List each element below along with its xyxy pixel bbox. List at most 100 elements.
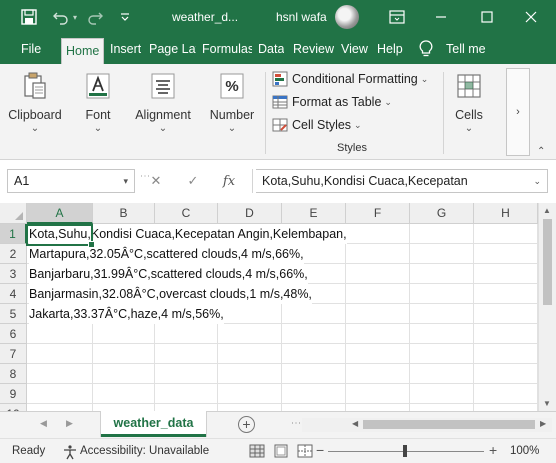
alignment-group[interactable]: Alignment ⌄ (130, 68, 196, 156)
grid-line (27, 343, 538, 344)
zoom-out-icon[interactable]: − (316, 442, 324, 458)
scroll-left-icon[interactable]: ◀ (352, 419, 358, 428)
vertical-scrollbar[interactable]: ▲ ▼ (538, 203, 556, 411)
cell-styles-button[interactable]: Cell Styles ⌄ (272, 115, 362, 135)
tab-help[interactable]: Help (377, 34, 403, 64)
alignment-label: Alignment (135, 108, 191, 122)
insert-function-icon[interactable]: fx (220, 172, 238, 190)
avatar[interactable] (335, 5, 359, 29)
name-box[interactable]: A1 ▾ (7, 169, 135, 193)
redo-icon[interactable] (86, 8, 104, 26)
accessibility-status[interactable]: Accessibility: Unavailable (80, 445, 209, 457)
active-cell-selection[interactable] (26, 224, 95, 248)
column-header-d[interactable]: D (218, 203, 282, 224)
number-group[interactable]: % Number ⌄ (204, 68, 260, 156)
next-sheet-icon[interactable]: ▶ (66, 418, 73, 429)
percent-icon: % (216, 70, 248, 102)
font-group[interactable]: Font ⌄ (70, 68, 126, 156)
conditional-formatting-button[interactable]: Conditional Formatting ⌄ (272, 69, 428, 89)
page-break-preview-icon[interactable] (296, 443, 314, 459)
spreadsheet-grid[interactable]: A B C D E F G H 1 2 3 4 5 6 7 8 9 10 Kot… (0, 203, 538, 411)
zoom-slider-thumb[interactable] (403, 445, 407, 457)
sheet-tab-weather-data[interactable]: weather_data (101, 411, 206, 437)
cell-a4[interactable]: Banjarmasin,32.08Â°C,overcast clouds,1 m… (29, 284, 312, 304)
column-header-g[interactable]: G (410, 203, 474, 224)
column-header-a[interactable]: A (27, 203, 93, 224)
scroll-right-icon[interactable]: ▶ (540, 419, 546, 428)
tab-home[interactable]: Home (61, 38, 105, 64)
horizontal-scroll-thumb[interactable] (363, 420, 535, 429)
tab-formulas[interactable]: Formulas (202, 34, 252, 64)
enter-icon[interactable]: ✓ (184, 172, 202, 190)
maximize-icon[interactable] (478, 8, 496, 26)
undo-icon[interactable] (52, 8, 70, 26)
zoom-level[interactable]: 100% (510, 445, 539, 457)
user-name[interactable]: hsnl wafa (276, 10, 327, 24)
row-header-3[interactable]: 3 (0, 264, 27, 284)
cells-group[interactable]: Cells ⌄ (448, 68, 490, 156)
conditional-formatting-label: Conditional Formatting (292, 72, 418, 86)
ribbon-display-options-icon[interactable] (388, 8, 406, 26)
row-header-8[interactable]: 8 (0, 364, 27, 384)
column-header-h[interactable]: H (474, 203, 538, 224)
chevron-down-icon: ⌄ (93, 123, 103, 134)
tab-page-layout[interactable]: Page Layout (149, 34, 196, 64)
chevron-down-icon: ⌄ (354, 119, 362, 130)
normal-view-icon[interactable] (248, 443, 266, 459)
tab-review[interactable]: Review (293, 34, 334, 64)
chevron-down-icon[interactable]: ▾ (123, 170, 128, 192)
scroll-down-icon[interactable]: ▼ (543, 399, 551, 408)
tab-insert[interactable]: Insert (110, 34, 141, 64)
status-bar: Ready Accessibility: Unavailable − + 100… (0, 438, 556, 463)
format-as-table-button[interactable]: Format as Table ⌄ (272, 92, 392, 112)
save-icon[interactable] (20, 8, 38, 26)
zoom-in-icon[interactable]: + (489, 442, 497, 458)
collapse-ribbon-icon[interactable]: ⌃ (537, 146, 545, 157)
accessibility-icon[interactable] (62, 444, 78, 460)
minimize-icon[interactable] (432, 8, 450, 26)
formula-input[interactable]: Kota,Suhu,Kondisi Cuaca,Kecepatan ⌄ (256, 169, 548, 193)
page-layout-view-icon[interactable] (272, 443, 290, 459)
cancel-icon[interactable]: ✕ (147, 172, 165, 190)
horizontal-scrollbar[interactable]: ◀ ▶ (302, 418, 552, 432)
resize-handle-icon[interactable]: ⋮ (290, 418, 301, 428)
row-header-6[interactable]: 6 (0, 324, 27, 344)
column-header-f[interactable]: F (346, 203, 410, 224)
undo-dropdown-icon[interactable]: ▾ (71, 8, 79, 26)
previous-sheet-icon[interactable]: ◀ (40, 418, 47, 429)
row-header-2[interactable]: 2 (0, 244, 27, 264)
close-icon[interactable] (522, 8, 540, 26)
title-bar: ▾ weather_d... hsnl wafa (0, 0, 556, 34)
clipboard-group[interactable]: Clipboard ⌄ (6, 68, 64, 156)
scroll-up-icon[interactable]: ▲ (543, 206, 551, 215)
name-box-value: A1 (14, 174, 30, 188)
table-icon (272, 95, 288, 109)
number-label: Number (209, 108, 255, 122)
cell-a2[interactable]: Martapura,32.05Â°C,scattered clouds,4 m/… (29, 244, 304, 264)
column-header-c[interactable]: C (155, 203, 218, 224)
row-header-10[interactable]: 10 (0, 404, 27, 411)
row-header-4[interactable]: 4 (0, 284, 27, 304)
cell-a3[interactable]: Banjarbaru,31.99Â°C,scattered clouds,4 m… (29, 264, 308, 284)
row-header-1[interactable]: 1 (0, 224, 27, 244)
tab-data[interactable]: Data (258, 34, 284, 64)
add-sheet-icon[interactable]: + (238, 416, 255, 433)
row-header-5[interactable]: 5 (0, 304, 27, 324)
cell-a5[interactable]: Jakarta,33.37Â°C,haze,4 m/s,56%, (29, 304, 224, 324)
tab-tell-me[interactable]: Tell me (446, 34, 486, 64)
status-ready: Ready (12, 445, 46, 457)
ribbon-tabs: File Home Insert Page Layout Formulas Da… (0, 34, 556, 64)
customize-toolbar-icon[interactable] (118, 8, 132, 26)
vertical-scroll-thumb[interactable] (543, 219, 552, 305)
column-header-b[interactable]: B (93, 203, 155, 224)
lightbulb-icon[interactable] (418, 40, 434, 58)
expand-formula-bar-icon[interactable]: ⌄ (533, 170, 541, 192)
tab-view[interactable]: View (341, 34, 368, 64)
formula-divider (252, 169, 253, 193)
ribbon-scroll-right-button[interactable]: › (506, 68, 530, 156)
column-header-e[interactable]: E (282, 203, 346, 224)
row-header-7[interactable]: 7 (0, 344, 27, 364)
row-header-9[interactable]: 9 (0, 384, 27, 404)
tab-file[interactable]: File (21, 34, 41, 64)
select-all-button[interactable] (0, 203, 27, 224)
